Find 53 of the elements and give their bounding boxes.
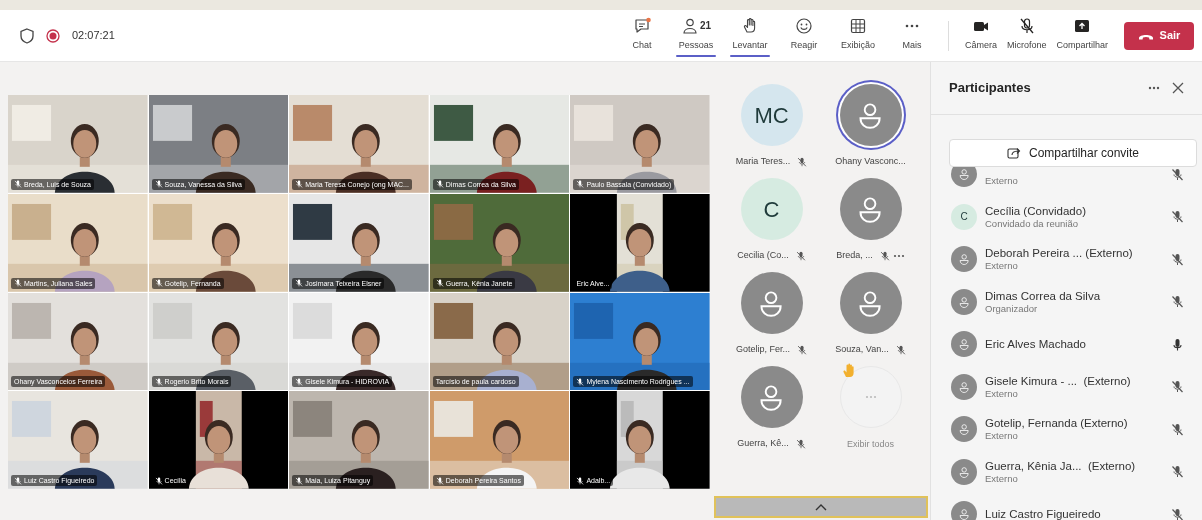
more-icon: [904, 23, 919, 28]
toolbar-tab[interactable]: 21 Pessoas: [671, 13, 720, 58]
more-icon: [864, 395, 877, 399]
avatar: [951, 246, 977, 273]
avatar: [951, 373, 977, 400]
avatar: [951, 167, 977, 188]
caret-up-icon: [815, 503, 827, 511]
participant-row[interactable]: Gisele Kimura - ... (Externo) Externo: [931, 365, 1202, 408]
avatar: [951, 331, 977, 358]
smiley-icon: [794, 16, 813, 35]
participant-name: Maria Teres...: [735, 155, 791, 169]
toolbar-tab[interactable]: Levantar: [725, 13, 774, 58]
participant-row[interactable]: Eric Alves Machado: [931, 323, 1202, 366]
participant-row[interactable]: Dimas Correa da Silva Organizador: [931, 280, 1202, 323]
avatar: [951, 458, 977, 485]
toolbar-tab[interactable]: Mais: [887, 13, 936, 58]
participant-row[interactable]: Externo: [931, 167, 1202, 196]
participant-row[interactable]: C Cecília (Convidado) Convidado da reunião: [931, 195, 1202, 238]
participant-name: Souza, Van...: [835, 343, 889, 357]
participant-row[interactable]: Luiz Castro Figueiredo: [931, 493, 1202, 520]
participant-row[interactable]: Deborah Pereira ... (Externo) Externo: [931, 238, 1202, 281]
share-icon: [1006, 146, 1021, 160]
toolbar-tab[interactable]: Reagir: [779, 13, 828, 58]
grid-icon: [848, 16, 867, 35]
participant-name: Gotelip, Fer...: [736, 343, 790, 357]
tray-toggle[interactable]: [714, 496, 928, 518]
toolbar-tab[interactable]: Exibição: [833, 13, 882, 58]
shield-icon: [20, 27, 34, 44]
panel-title: Participantes: [949, 79, 1031, 98]
close-icon[interactable]: [1172, 82, 1184, 94]
participant-row[interactable]: Guerra, Kênia Ja... (Externo) Externo: [931, 450, 1202, 493]
avatar: MC: [740, 84, 803, 146]
avatar: [951, 416, 977, 443]
more-options-icon[interactable]: [1148, 86, 1160, 90]
people-icon: [680, 16, 699, 35]
share-invite-button[interactable]: Compartilhar convite: [949, 139, 1197, 167]
more-icon[interactable]: [892, 254, 905, 258]
participant-row[interactable]: Gotelip, Fernanda (Externo) Externo: [931, 408, 1202, 451]
avatar: C: [951, 203, 977, 230]
avatar: [951, 288, 977, 315]
participant-name: Breda, ...: [836, 249, 873, 263]
participant-count: 21: [699, 19, 711, 33]
device-button[interactable]: Compartilhar: [1052, 13, 1112, 58]
toolbar-tab[interactable]: Chat: [617, 13, 666, 58]
participant-name: Ohany Vasconc...: [835, 155, 906, 169]
avatar: C: [740, 178, 803, 240]
device-button[interactable]: Câmera: [960, 13, 1001, 58]
meeting-timer: 02:07:21: [72, 28, 115, 44]
device-button[interactable]: Microfone: [1002, 13, 1051, 58]
leave-button[interactable]: Sair: [1124, 21, 1194, 50]
participant-name: Guerra, Kê...: [737, 437, 789, 451]
show-all-label: Exibir todos: [847, 438, 894, 450]
participant-name: Cecilia (Co...: [737, 249, 789, 263]
